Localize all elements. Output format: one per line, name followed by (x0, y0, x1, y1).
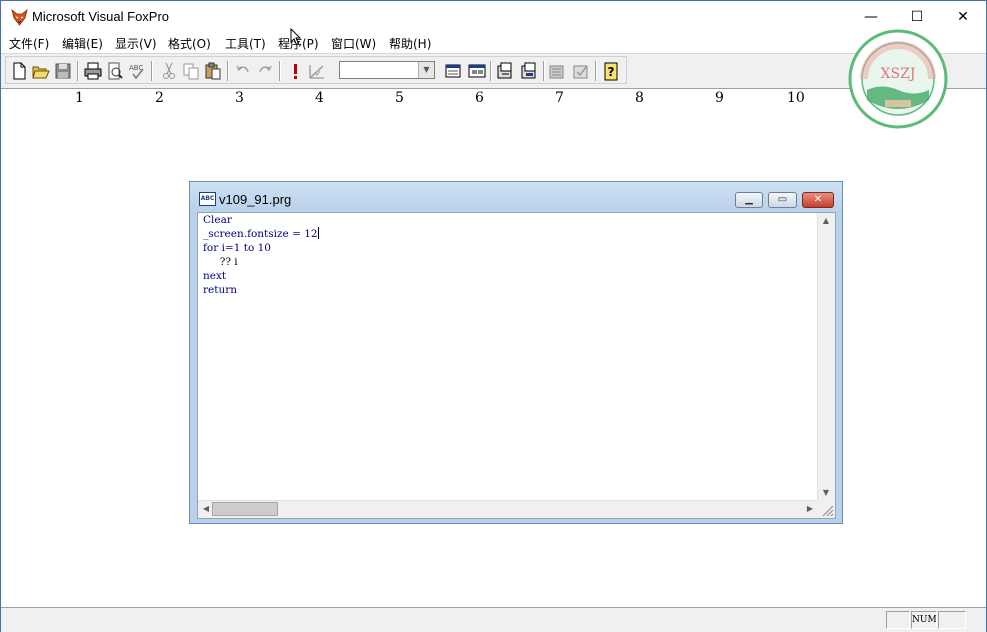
menu-window[interactable]: 窗口(W) (331, 35, 376, 52)
code-line: for i=1 to 10 (203, 242, 271, 254)
cut-icon[interactable] (158, 60, 180, 82)
app-window: Microsoft Visual FoxPro — ☐ ✕ 文件(F) 编辑(E… (0, 0, 987, 632)
school-logo: XSZJ (848, 29, 948, 129)
toolbar-separator (77, 61, 79, 81)
command-window-icon[interactable] (466, 60, 488, 82)
toolbar-separator (543, 61, 545, 81)
paste-icon[interactable] (202, 60, 224, 82)
output-number: 3 (235, 90, 244, 106)
toolbar-separator (595, 61, 597, 81)
editor-title-bar: ABC v109_91.prg ▁ ▭ ✕ (190, 182, 842, 212)
copy-icon[interactable] (180, 60, 202, 82)
menu-bar: 文件(F) 编辑(E) 显示(V) 格式(O) 工具(T) 程序(P) 窗口(W… (1, 33, 986, 53)
editor-minimize-button[interactable]: ▁ (735, 192, 763, 208)
save-icon[interactable] (52, 60, 74, 82)
data-session-icon[interactable] (546, 60, 568, 82)
toolbar-separator (151, 61, 153, 81)
close-icon: ✕ (813, 194, 823, 205)
minimize-icon: — (864, 9, 878, 25)
close-icon: ✕ (957, 9, 969, 25)
open-folder-icon[interactable] (30, 60, 52, 82)
mouse-cursor-icon (290, 28, 302, 46)
output-number: 8 (635, 90, 644, 106)
toolbar-area: ABC ▼ ? (1, 53, 986, 89)
undo-icon[interactable] (232, 60, 254, 82)
program-file-icon: ABC (199, 192, 216, 206)
output-number: 10 (787, 90, 805, 106)
status-panel (886, 611, 910, 629)
code-line: _screen.fontsize = 12 (203, 227, 319, 240)
app-title: Microsoft Visual FoxPro (32, 9, 170, 24)
text-caret (317, 227, 319, 239)
scroll-right-icon[interactable]: ▶ (802, 501, 818, 517)
status-bar: NUM (1, 607, 986, 632)
spell-check-icon[interactable]: ABC (126, 60, 148, 82)
resize-grip-icon[interactable] (818, 501, 835, 518)
form-designer-icon[interactable] (494, 60, 516, 82)
status-panel (938, 611, 966, 629)
output-number: 7 (555, 90, 564, 106)
print-preview-icon[interactable] (104, 60, 126, 82)
chevron-down-icon[interactable]: ▼ (418, 62, 434, 78)
scroll-down-icon[interactable]: ▼ (818, 485, 834, 501)
menu-view[interactable]: 显示(V) (115, 35, 157, 52)
help-icon[interactable]: ? (600, 60, 622, 82)
vertical-scrollbar[interactable]: ▲ ▼ (817, 213, 835, 501)
editor-close-button[interactable]: ✕ (802, 192, 834, 208)
print-icon[interactable] (82, 60, 104, 82)
new-file-icon[interactable] (8, 60, 30, 82)
report-designer-icon[interactable] (518, 60, 540, 82)
toolbar-separator (490, 61, 492, 81)
maximize-icon: ▭ (777, 194, 788, 205)
output-number: 9 (715, 90, 724, 106)
output-number: 1 (75, 90, 84, 106)
scrollbar-thumb[interactable] (212, 502, 278, 516)
redo-icon[interactable] (254, 60, 276, 82)
toolbar-separator (227, 61, 229, 81)
code-line: ?? i (203, 256, 238, 268)
output-number: 2 (155, 90, 164, 106)
scroll-up-icon[interactable]: ▲ (818, 213, 834, 229)
fox-icon (11, 9, 28, 26)
standard-toolbar: ABC ▼ ? (5, 56, 627, 84)
horizontal-scrollbar[interactable]: ◀ ▶ (198, 500, 818, 518)
database-icon[interactable] (442, 60, 464, 82)
code-line: next (203, 270, 227, 282)
menu-format[interactable]: 格式(O) (168, 35, 211, 52)
output-number: 4 (315, 90, 324, 106)
num-lock-indicator: NUM (911, 611, 937, 629)
editor-maximize-button[interactable]: ▭ (768, 192, 797, 208)
code-line: return (203, 284, 237, 296)
maximize-icon: ☐ (910, 9, 924, 25)
run-icon[interactable] (284, 60, 306, 82)
minimize-icon: ▁ (745, 194, 753, 205)
output-number: 5 (395, 90, 404, 106)
menu-edit[interactable]: 编辑(E) (62, 35, 103, 52)
editor-title: v109_91.prg (219, 192, 292, 207)
logo-text: XSZJ (881, 66, 916, 82)
combo-box[interactable]: ▼ (339, 61, 435, 79)
menu-file[interactable]: 文件(F) (9, 35, 49, 52)
svg-text:?: ? (608, 65, 615, 79)
code-editor[interactable]: Clear _screen.fontsize = 12 for i=1 to 10 … (197, 212, 836, 519)
toolbar-separator (279, 61, 281, 81)
output-number: 6 (475, 90, 484, 106)
modify-form-icon[interactable] (306, 60, 328, 82)
menu-tools[interactable]: 工具(T) (225, 35, 266, 52)
code-text[interactable]: Clear _screen.fontsize = 12 for i=1 to 10 … (203, 213, 319, 297)
menu-help[interactable]: 帮助(H) (389, 35, 431, 52)
program-editor-window: ABC v109_91.prg ▁ ▭ ✕ Clear _screen.fonts… (189, 181, 843, 524)
code-line: Clear (203, 214, 232, 226)
builder-icon[interactable] (570, 60, 592, 82)
title-bar: Microsoft Visual FoxPro — ☐ ✕ (1, 1, 986, 33)
